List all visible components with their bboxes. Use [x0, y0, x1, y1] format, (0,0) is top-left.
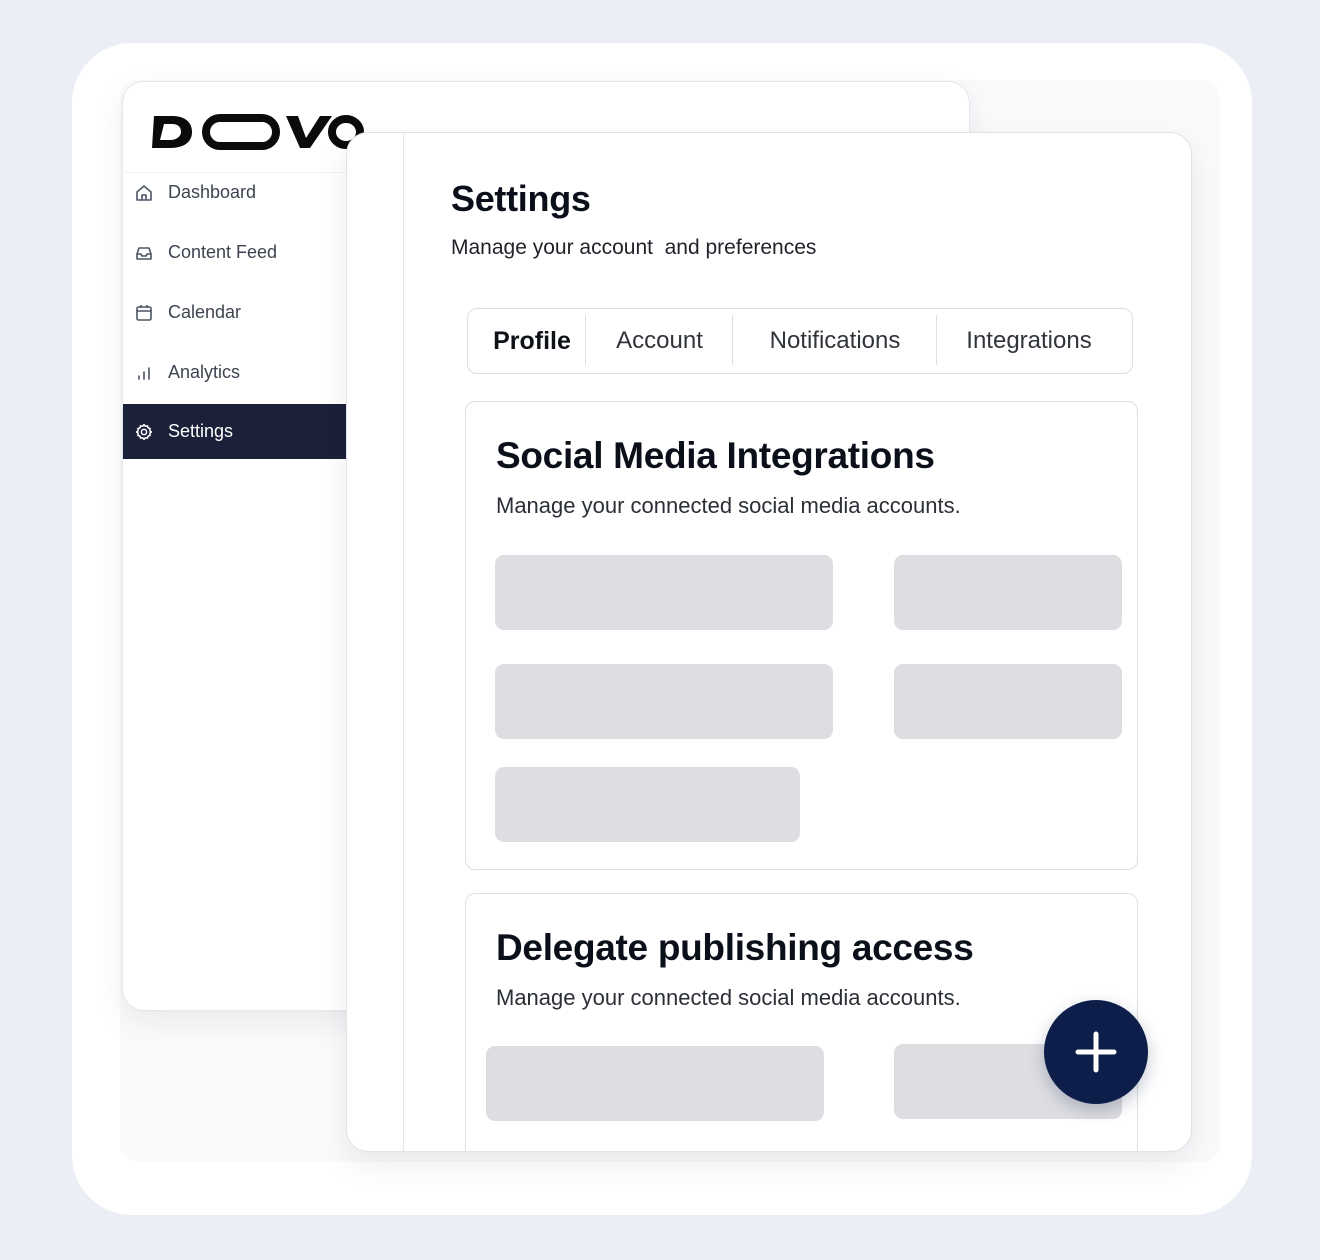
card-description: Manage your connected social media accou…	[496, 493, 961, 518]
sidebar-item-label: Content Feed	[168, 242, 278, 262]
calendar-icon	[134, 303, 154, 323]
settings-tabs: Profile Account Notifications Integratio…	[467, 308, 1133, 374]
page-subtitle: Manage your account and preferences	[451, 236, 817, 259]
loading-placeholder	[894, 664, 1122, 739]
sidebar-item-label: Analytics	[168, 362, 241, 382]
delegate-publishing-access-card: Delegate publishing access Manage your c…	[465, 893, 1138, 1151]
loading-placeholder	[495, 664, 833, 739]
sidebar-item-label: Settings	[168, 421, 234, 441]
tab-account[interactable]: Account	[588, 309, 731, 373]
tab-notifications[interactable]: Notifications	[734, 309, 936, 373]
tab-divider	[936, 315, 937, 365]
brand-logo	[152, 112, 364, 152]
social-media-integrations-card: Social Media Integrations Manage your co…	[465, 401, 1138, 870]
sidebar-item-label: Calendar	[168, 302, 242, 322]
plus-icon	[1075, 1031, 1117, 1073]
card-description: Manage your connected social media accou…	[496, 985, 961, 1010]
tab-profile[interactable]: Profile	[478, 309, 586, 373]
page-title: Settings	[451, 178, 591, 219]
loading-placeholder	[486, 1046, 824, 1121]
sidebar-item-label: Dashboard	[168, 182, 257, 202]
tab-integrations[interactable]: Integrations	[938, 309, 1120, 373]
home-icon	[134, 183, 154, 203]
gear-icon	[134, 422, 154, 442]
bar-chart-icon	[134, 363, 154, 383]
tab-divider	[732, 315, 733, 365]
add-button[interactable]	[1044, 1000, 1148, 1104]
card-title: Social Media Integrations	[496, 435, 935, 476]
card-title: Delegate publishing access	[496, 927, 974, 968]
sidebar-divider	[403, 133, 404, 1151]
loading-placeholder	[894, 555, 1122, 630]
loading-placeholder	[495, 767, 800, 842]
inbox-icon	[134, 243, 154, 263]
tab-divider	[585, 315, 586, 365]
loading-placeholder	[495, 555, 833, 630]
